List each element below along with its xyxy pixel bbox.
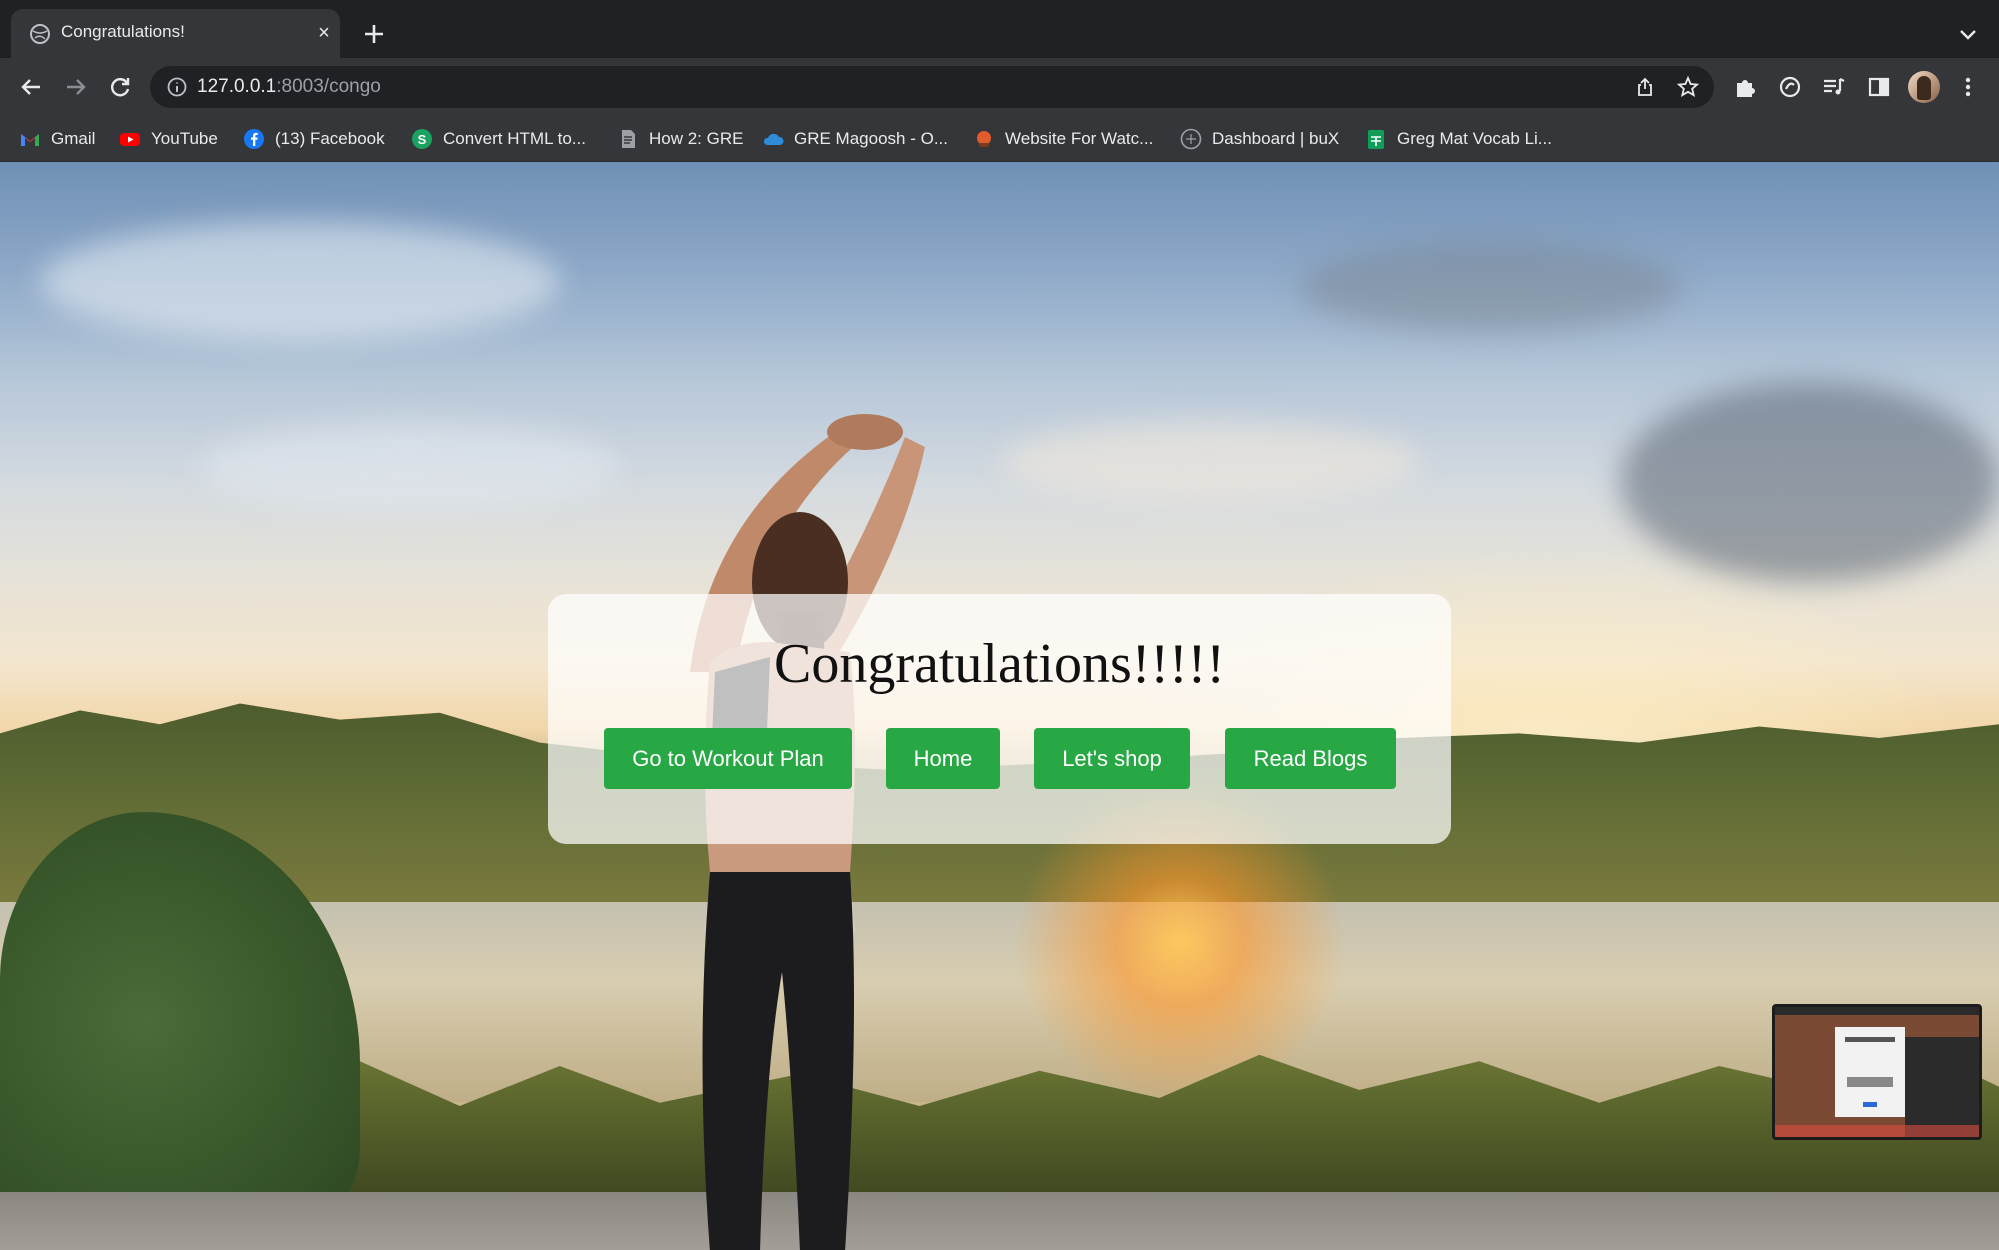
document-icon — [622, 130, 635, 148]
url-host: 127.0.0.1 — [197, 76, 277, 97]
forward-arrow-icon[interactable] — [61, 72, 91, 102]
bookmark-magoosh[interactable]: GRE Magoosh - O... — [762, 126, 948, 152]
bookmark-label: (13) Facebook — [275, 129, 385, 148]
page-title: Congratulations!!!!! — [774, 633, 1225, 695]
cloud-icon — [763, 133, 784, 145]
profile-avatar[interactable] — [1908, 71, 1940, 103]
bookmark-facebook[interactable]: (13) Facebook — [243, 126, 385, 152]
go-to-workout-plan-button[interactable]: Go to Workout Plan — [604, 728, 852, 789]
bookmark-label: Convert HTML to... — [443, 129, 586, 148]
menu-kebab-icon[interactable] — [1955, 74, 1981, 100]
tab-close-icon[interactable]: × — [313, 22, 335, 44]
extensions-puzzle-icon[interactable] — [1733, 74, 1759, 100]
lets-shop-button[interactable]: Let's shop — [1034, 728, 1190, 789]
bookmark-gmail[interactable]: Gmail — [19, 126, 95, 152]
url-text[interactable]: 127.0.0.1:8003/congo — [197, 76, 381, 98]
bookmark-label: Greg Mat Vocab Li... — [1397, 129, 1552, 148]
tab-search-chevron-icon[interactable] — [1956, 22, 1980, 46]
new-tab-plus-icon[interactable] — [360, 20, 388, 48]
share-icon[interactable] — [1634, 76, 1656, 98]
convert-icon: S — [412, 129, 432, 149]
read-blogs-button[interactable]: Read Blogs — [1225, 728, 1396, 789]
congratulations-card: Congratulations!!!!! Go to Workout Plan … — [548, 594, 1451, 844]
bookmark-label: Gmail — [51, 129, 96, 148]
back-arrow-icon[interactable] — [16, 72, 46, 102]
tab-strip: Congratulations! × — [0, 0, 1999, 58]
website-icon — [977, 131, 991, 147]
home-button[interactable]: Home — [886, 728, 1000, 789]
bookmark-label: Dashboard | buX — [1212, 129, 1340, 148]
bookmark-website-watch[interactable]: Website For Watc... — [973, 126, 1153, 152]
url-path: :8003/congo — [276, 76, 381, 97]
address-bar[interactable]: 127.0.0.1:8003/congo — [150, 66, 1714, 108]
page-viewport: Congratulations!!!!! Go to Workout Plan … — [0, 162, 1999, 1250]
bookmark-star-icon[interactable] — [1676, 75, 1700, 99]
bookmark-youtube[interactable]: YouTube — [119, 126, 218, 152]
gmail-icon — [21, 134, 39, 146]
svg-text:S: S — [418, 132, 427, 147]
browser-toolbar: 127.0.0.1:8003/congo — [0, 58, 1999, 116]
bookmark-how2gre[interactable]: How 2: GRE — [617, 126, 743, 152]
tab-title: Congratulations! — [61, 22, 185, 41]
site-info-icon[interactable] — [166, 76, 188, 98]
bookmark-label: GRE Magoosh - O... — [794, 129, 948, 148]
bookmark-label: How 2: GRE — [649, 129, 744, 148]
extension-swirl-icon[interactable] — [1777, 74, 1803, 100]
bookmarks-bar: Gmail YouTube (13) Facebook S Convert HT… — [0, 116, 1999, 162]
media-playlist-icon[interactable] — [1821, 74, 1847, 100]
globe-icon — [30, 24, 50, 44]
bookmark-convert-html[interactable]: S Convert HTML to... — [411, 126, 586, 152]
dashboard-icon — [1180, 128, 1202, 150]
bookmark-label: YouTube — [151, 129, 218, 148]
facebook-icon — [244, 129, 264, 149]
bookmark-gregmat-vocab[interactable]: Greg Mat Vocab Li... — [1365, 126, 1552, 152]
active-tab[interactable]: Congratulations! × — [11, 9, 340, 58]
side-panel-icon[interactable] — [1866, 74, 1892, 100]
bookmark-label: Website For Watc... — [1005, 129, 1154, 148]
youtube-icon — [120, 133, 140, 146]
picture-in-picture-thumbnail[interactable] — [1772, 1004, 1982, 1140]
sheets-icon — [1368, 130, 1384, 149]
reload-icon[interactable] — [105, 72, 135, 102]
bookmark-dashboard-bux[interactable]: Dashboard | buX — [1180, 126, 1339, 152]
pip-preview-image — [1775, 1007, 1979, 1137]
